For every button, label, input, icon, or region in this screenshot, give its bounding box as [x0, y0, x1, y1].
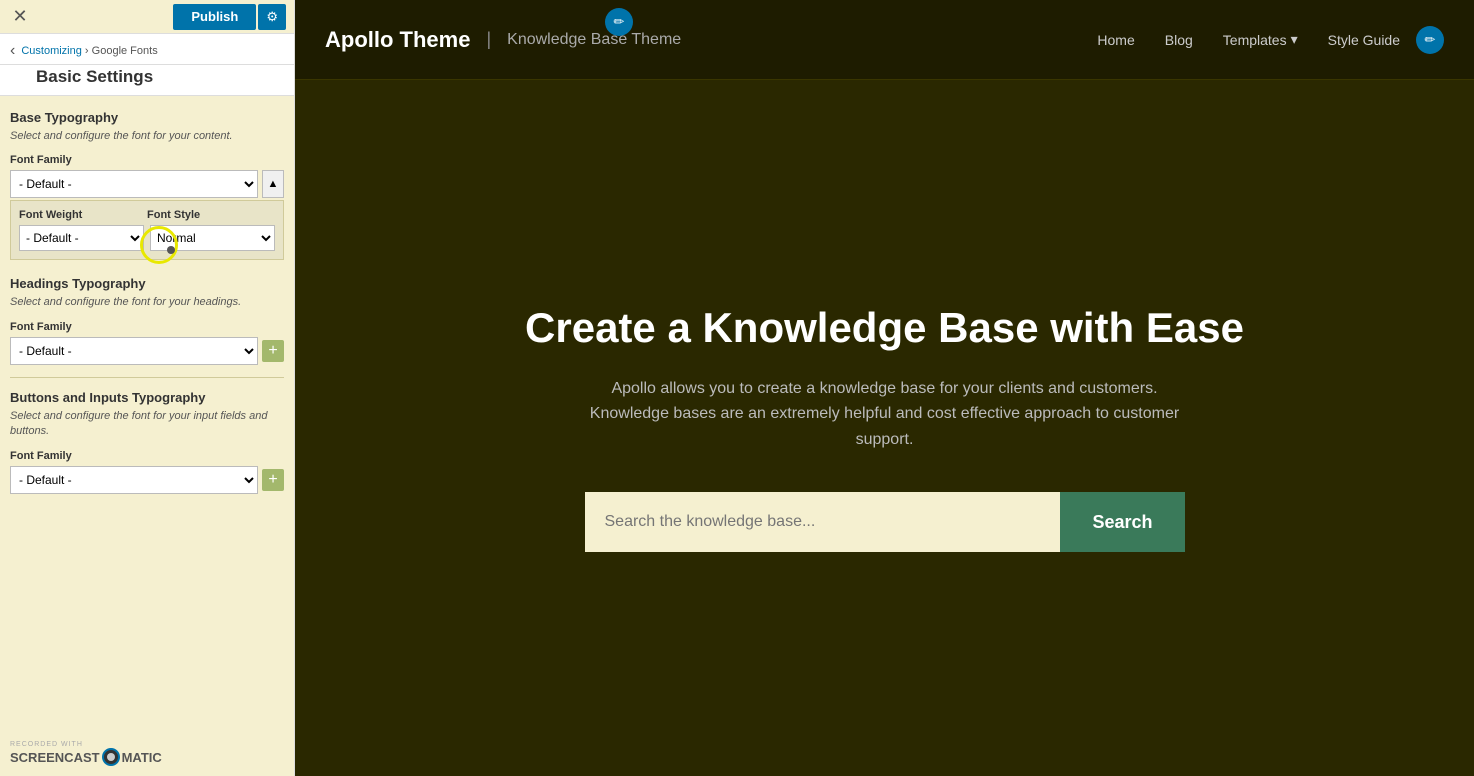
section-divider-1: [10, 377, 284, 378]
headings-font-family-label: Font Family: [10, 321, 284, 333]
weight-style-box: Font Weight Font Style - Default - 10020…: [10, 200, 284, 260]
search-input[interactable]: [585, 492, 1061, 552]
watermark-brand-suffix: MATIC: [122, 750, 162, 765]
breadcrumb-parent[interactable]: Customizing: [21, 45, 82, 57]
base-font-family-up-button[interactable]: ▲: [262, 170, 284, 198]
buttons-font-family-add-button[interactable]: +: [262, 469, 284, 491]
font-style-label: Font Style: [147, 209, 275, 221]
edit-pencil-top-button[interactable]: ✏: [605, 8, 633, 36]
font-weight-label: Font Weight: [19, 209, 147, 221]
headings-font-family-select[interactable]: - Default -: [10, 337, 258, 365]
top-bar: ✕ Publish ⚙: [0, 0, 294, 34]
buttons-inputs-desc: Select and configure the font for your i…: [10, 409, 284, 440]
hero-title: Create a Knowledge Base with Ease: [525, 304, 1244, 352]
watermark-top-text: RECORDED WITH: [10, 741, 162, 748]
nav-link-templates[interactable]: Templates ▾: [1223, 31, 1298, 48]
breadcrumb-text: Customizing › Google Fonts: [21, 45, 157, 57]
nav-divider: |: [486, 29, 491, 50]
publish-button[interactable]: Publish: [173, 4, 256, 30]
watermark-circle-icon: [102, 748, 120, 766]
preview-logo: Apollo Theme: [325, 27, 470, 53]
base-font-family-select[interactable]: - Default -: [10, 170, 258, 198]
watermark: RECORDED WITH SCREENCAST MATIC: [10, 741, 162, 766]
search-button[interactable]: Search: [1060, 492, 1184, 552]
preview-nav-links: Home Blog Templates ▾ Style Guide: [1097, 31, 1400, 48]
page-title: Basic Settings: [0, 65, 294, 96]
preview-hero: Create a Knowledge Base with Ease Apollo…: [295, 80, 1474, 776]
headings-font-family-row: - Default - +: [10, 337, 284, 365]
buttons-font-family-label: Font Family: [10, 450, 284, 462]
headings-typography-title: Headings Typography: [10, 276, 284, 291]
panel-content: Base Typography Select and configure the…: [0, 96, 294, 776]
base-font-family-row: - Default - ▲: [10, 170, 284, 198]
nav-link-home[interactable]: Home: [1097, 32, 1134, 48]
nav-link-blog[interactable]: Blog: [1165, 32, 1193, 48]
watermark-brand: SCREENCAST MATIC: [10, 748, 162, 766]
hero-desc: Apollo allows you to create a knowledge …: [585, 376, 1185, 453]
back-button[interactable]: ‹: [10, 42, 15, 60]
weight-style-labels: Font Weight Font Style: [19, 209, 275, 221]
settings-gear-button[interactable]: ⚙: [258, 4, 286, 30]
font-weight-select[interactable]: - Default - 100200300 400500600 70080090…: [19, 225, 144, 251]
breadcrumb-separator: ›: [85, 45, 89, 57]
preview-subtitle: Knowledge Base Theme: [507, 31, 1097, 49]
base-typography-desc: Select and configure the font for your c…: [10, 129, 284, 144]
base-font-family-label: Font Family: [10, 154, 284, 166]
search-bar: Search: [585, 492, 1185, 552]
headings-font-family-add-button[interactable]: +: [262, 340, 284, 362]
font-style-select[interactable]: Normal Italic Oblique: [150, 225, 275, 251]
weight-style-selects: - Default - 100200300 400500600 70080090…: [19, 225, 275, 251]
templates-label: Templates: [1223, 32, 1287, 48]
headings-typography-desc: Select and configure the font for your h…: [10, 295, 284, 310]
watermark-brand-text: SCREENCAST: [10, 750, 100, 765]
preview-nav: Apollo Theme | Knowledge Base Theme Home…: [295, 0, 1474, 80]
nav-link-style-guide[interactable]: Style Guide: [1328, 32, 1400, 48]
base-typography-title: Base Typography: [10, 110, 284, 125]
close-button[interactable]: ✕: [8, 5, 32, 29]
breadcrumb: ‹ Customizing › Google Fonts: [0, 34, 294, 65]
buttons-font-family-select[interactable]: - Default -: [10, 466, 258, 494]
breadcrumb-child: Google Fonts: [92, 45, 158, 57]
publish-group: Publish ⚙: [173, 4, 286, 30]
templates-dropdown-icon: ▾: [1291, 31, 1298, 48]
edit-pencil-nav-button[interactable]: ✏: [1416, 26, 1444, 54]
buttons-font-family-row: - Default - +: [10, 466, 284, 494]
buttons-inputs-title: Buttons and Inputs Typography: [10, 390, 284, 405]
